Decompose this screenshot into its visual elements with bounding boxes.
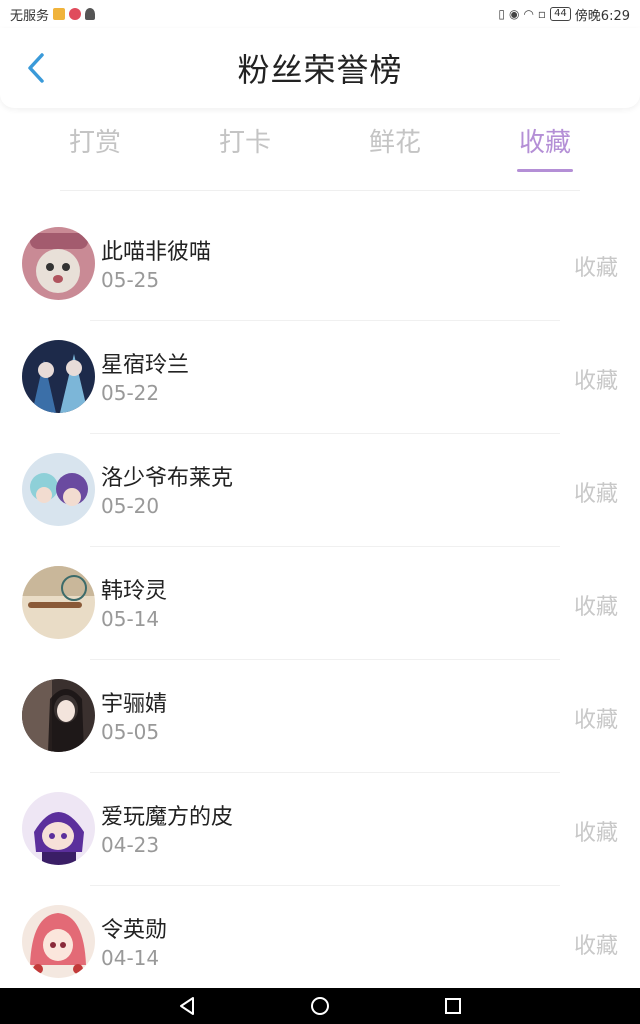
- favorite-label: 收藏: [573, 708, 618, 733]
- vibrate-icon: ▯: [498, 7, 505, 21]
- date: 05-20: [101, 494, 160, 518]
- user-name: 爱玩魔方的皮: [101, 805, 234, 830]
- page-title: 粉丝荣誉榜: [237, 51, 403, 89]
- status-bar: 无服务 ▯ ◉ ◠ ▫ 44 傍晚6:29: [0, 0, 640, 28]
- user-name: 洛少爷布莱克: [101, 466, 234, 491]
- user-name: 宇骊婧: [101, 692, 168, 717]
- tab-label: 收藏: [518, 128, 571, 158]
- user-name: 令英勋: [101, 918, 168, 943]
- list-item[interactable]: 星宿玲兰 05-22 收藏: [0, 321, 640, 434]
- square-recents-icon: [445, 998, 462, 1014]
- favorite-label: 收藏: [573, 256, 618, 281]
- app-notification-icon: [53, 8, 66, 20]
- tab-flowers[interactable]: 鲜花: [320, 112, 470, 178]
- tab-bar: 打赏 打卡 鲜花 收藏: [20, 112, 620, 178]
- nav-home-button[interactable]: [307, 993, 333, 1019]
- avatar-image: [22, 566, 95, 639]
- list-item[interactable]: 韩玲灵 05-14 收藏: [0, 547, 640, 660]
- avatar[interactable]: [22, 679, 95, 752]
- avatar[interactable]: [22, 905, 95, 978]
- avatar-image: [22, 227, 95, 300]
- user-name: 星宿玲兰: [101, 353, 190, 378]
- list-item[interactable]: 宇骊婧 05-05 收藏: [0, 660, 640, 773]
- triangle-back-icon: [179, 997, 194, 1015]
- tab-tip[interactable]: 打赏: [20, 112, 170, 178]
- nav-recents-button[interactable]: [440, 993, 466, 1019]
- battery-icon: 44: [550, 7, 571, 21]
- system-nav-bar: [0, 988, 640, 1024]
- date: 04-23: [101, 833, 160, 857]
- chevron-left-icon: [28, 53, 44, 83]
- date: 05-22: [101, 381, 160, 405]
- avatar[interactable]: [22, 227, 95, 300]
- list-item[interactable]: 洛少爷布莱克 05-20 收藏: [0, 434, 640, 547]
- favorite-label: 收藏: [573, 595, 618, 620]
- list-item[interactable]: 此喵非彼喵 05-25 收藏: [0, 208, 640, 321]
- carrier-label: 无服务: [10, 8, 50, 24]
- avatar[interactable]: [22, 792, 95, 865]
- list-item[interactable]: 爱玩魔方的皮 04-23 收藏: [0, 773, 640, 886]
- avatar-image: [22, 792, 95, 865]
- avatar[interactable]: [22, 453, 95, 526]
- fan-list: 此喵非彼喵 05-25 收藏 星宿玲兰 05-22 收藏 洛少爷布莱克 05-2…: [0, 208, 640, 999]
- back-button[interactable]: [18, 50, 54, 86]
- user-name: 韩玲灵: [101, 579, 168, 604]
- avatar[interactable]: [22, 340, 95, 413]
- status-right: ▯ ◉ ◠ ▫ 44 傍晚6:29: [498, 5, 630, 24]
- tab-label: 鲜花: [368, 128, 421, 158]
- tab-favorites[interactable]: 收藏: [470, 112, 620, 178]
- favorite-label: 收藏: [573, 821, 618, 846]
- active-tab-indicator: [517, 169, 573, 172]
- date: 05-14: [101, 607, 160, 631]
- favorite-label: 收藏: [573, 369, 618, 394]
- avatar[interactable]: [22, 566, 95, 639]
- avatar-image: [22, 905, 95, 978]
- tab-checkin[interactable]: 打卡: [170, 112, 320, 178]
- avatar-image: [22, 453, 95, 526]
- date: 05-05: [101, 720, 160, 744]
- favorite-label: 收藏: [573, 934, 618, 959]
- eye-icon: ◉: [508, 7, 520, 21]
- wifi-icon: ◠: [523, 7, 534, 21]
- circle-home-icon: [310, 997, 329, 1015]
- clock: 傍晚6:29: [574, 8, 630, 24]
- divider: [60, 190, 580, 191]
- avatar-image: [22, 679, 95, 752]
- list-item[interactable]: 令英勋 04-14 收藏: [0, 886, 640, 999]
- tab-label: 打卡: [218, 128, 271, 158]
- nav-back-button[interactable]: [174, 993, 200, 1019]
- avatar-image: [22, 340, 95, 413]
- favorite-label: 收藏: [573, 482, 618, 507]
- date: 04-14: [101, 946, 160, 970]
- person-icon: [85, 8, 96, 20]
- weibo-notification-icon: [69, 8, 82, 20]
- sim-icon: ▫: [537, 7, 547, 21]
- status-left: 无服务: [10, 5, 96, 24]
- header: 粉丝荣誉榜: [0, 28, 640, 108]
- date: 05-25: [101, 268, 160, 292]
- user-name: 此喵非彼喵: [101, 240, 212, 265]
- tab-label: 打赏: [68, 128, 121, 158]
